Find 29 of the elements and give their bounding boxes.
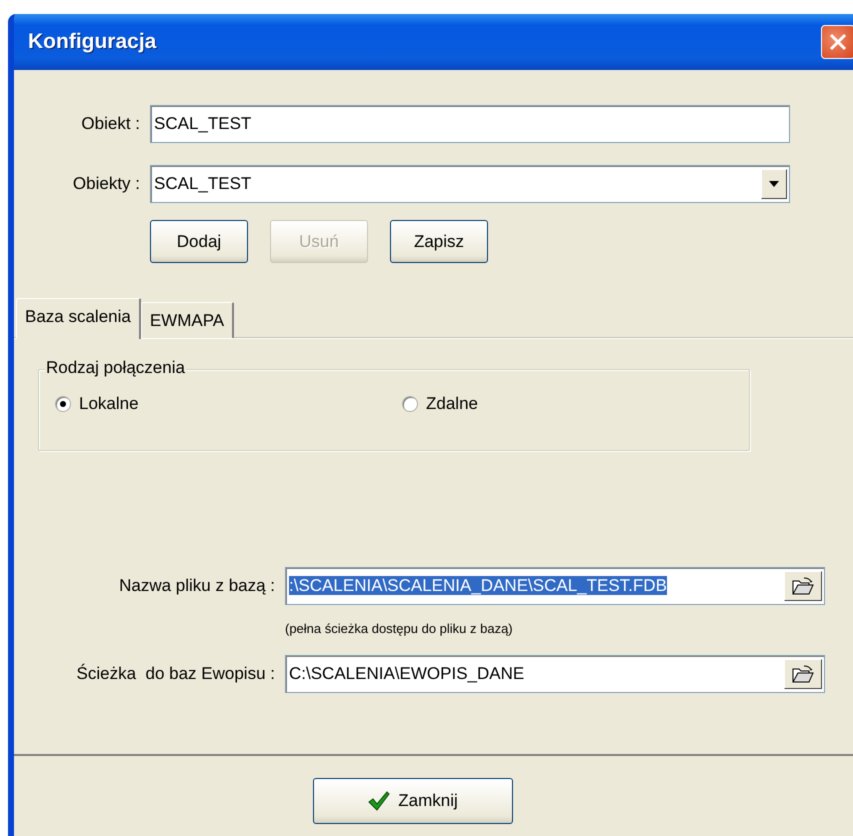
close-icon: [829, 33, 847, 51]
field-label: Obiekty :: [72, 174, 140, 194]
caret-icon: [769, 181, 779, 187]
close-button[interactable]: [821, 25, 853, 59]
checkmark-icon: [368, 791, 390, 811]
tab[interactable]: EWMAPA: [140, 302, 234, 338]
hint-text: (pełna ścieżka dostępu do pliku z bazą): [285, 621, 514, 636]
action-button[interactable]: Zapisz: [390, 220, 488, 263]
folder-icon: [792, 577, 814, 595]
field-label: Obiekt :: [80, 114, 140, 134]
dropdown[interactable]: SCAL_TEST: [150, 165, 790, 203]
input-field[interactable]: :\SCALENIA\SCALENIA_DANE\SCAL_TEST.FDB: [285, 567, 825, 605]
browse-button[interactable]: [784, 659, 822, 689]
field-label: Nazwa pliku z bazą :: [118, 576, 275, 596]
group-legend: Rodzaj połączenia: [45, 358, 186, 378]
radio-label[interactable]: Lokalne: [79, 394, 139, 414]
input-field[interactable]: C:\SCALENIA\EWOPIS_DANE: [285, 655, 825, 693]
action-button[interactable]: Dodaj: [150, 220, 248, 263]
browse-button[interactable]: [784, 571, 822, 601]
dropdown-arrow-button[interactable]: [761, 169, 787, 199]
input-field[interactable]: SCAL_TEST: [150, 105, 790, 143]
field-label: Ścieżka do baz Ewopisu :: [76, 664, 275, 684]
folder-icon: [792, 665, 814, 683]
radio-label[interactable]: Zdalne: [426, 394, 478, 414]
tab[interactable]: Baza scalenia: [16, 298, 141, 339]
window-title: Konfiguracja: [27, 30, 156, 54]
radio-button[interactable]: [55, 396, 71, 412]
radio-button[interactable]: [402, 396, 418, 412]
close-dialog-button[interactable]: Zamknij: [313, 778, 513, 824]
